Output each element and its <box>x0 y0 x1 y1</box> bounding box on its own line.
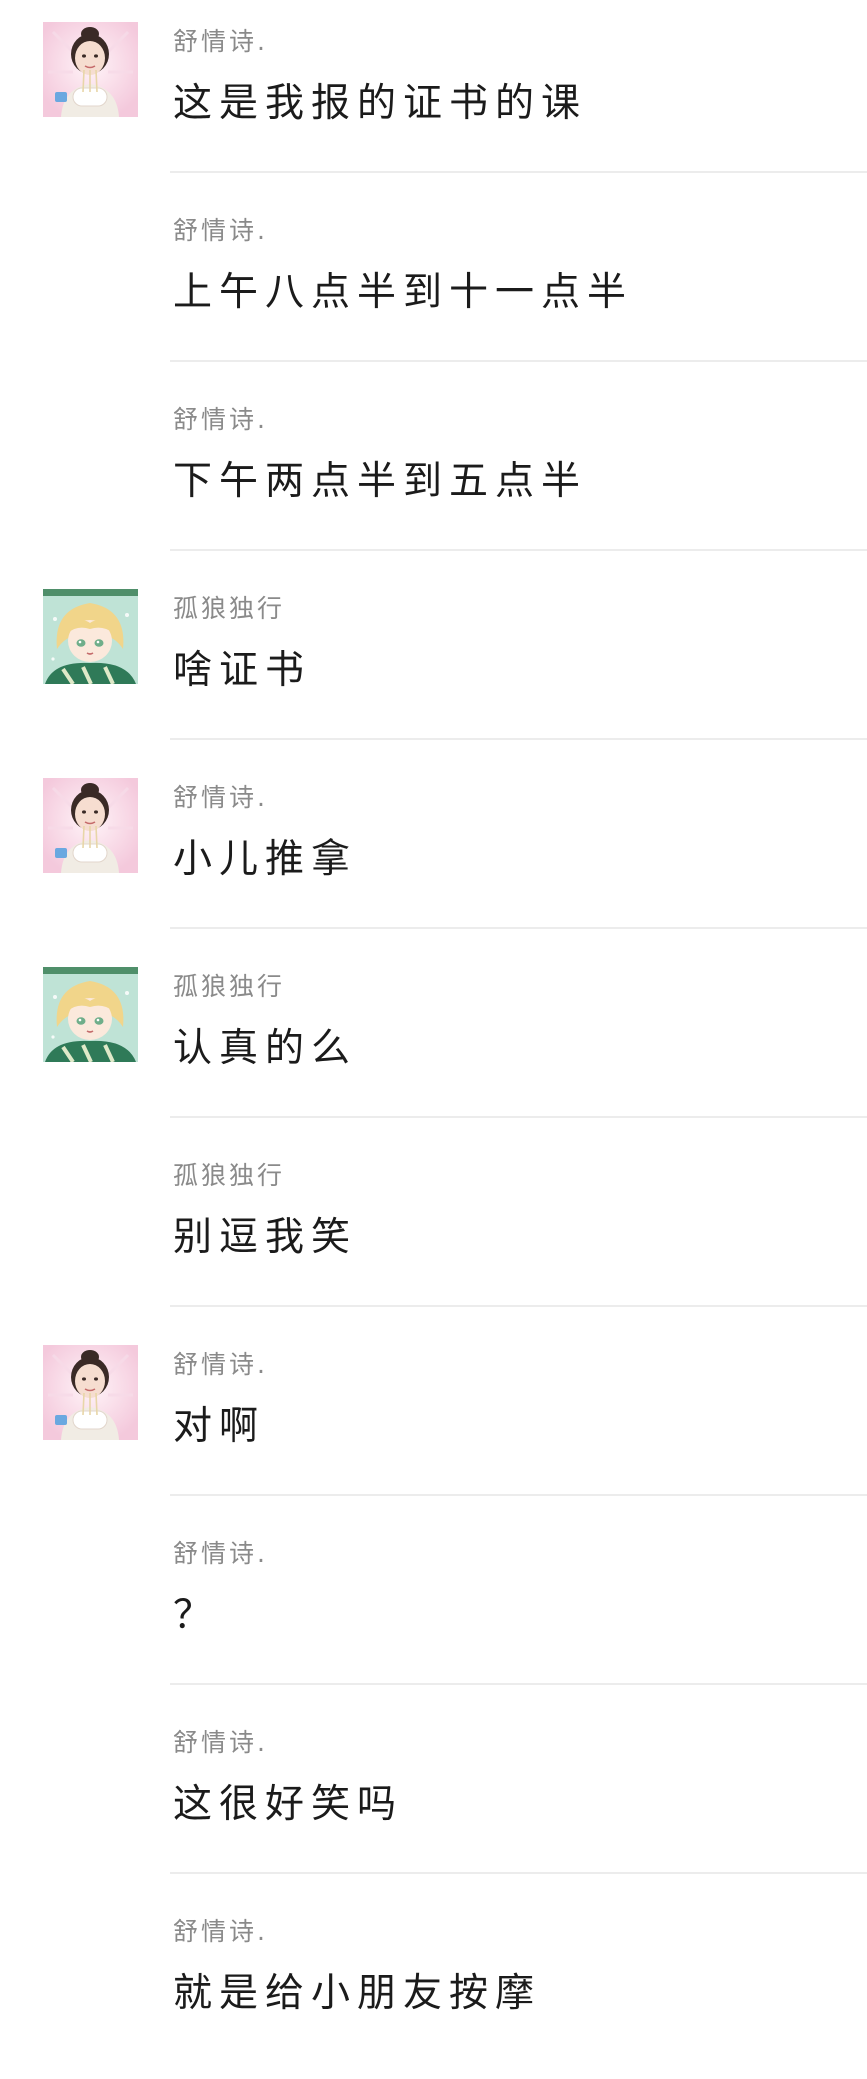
anime-boy-avatar[interactable] <box>43 967 138 1062</box>
message-text: 上午八点半到十一点半 <box>173 270 634 315</box>
message-text: 对啊 <box>173 1404 266 1449</box>
message-item[interactable]: 舒情诗. 下午两点半到五点半 <box>0 378 867 567</box>
message-item[interactable]: 孤狼独行 别逗我笑 <box>0 1134 867 1323</box>
message-divider <box>170 1683 867 1685</box>
sender-name: 舒情诗. <box>173 1917 268 1946</box>
message-text: 别逗我笑 <box>173 1215 358 1260</box>
message-divider <box>170 927 867 929</box>
sender-name: 孤狼独行 <box>173 594 286 623</box>
message-divider <box>170 1872 867 1874</box>
message-item[interactable]: 舒情诗. 对啊 <box>0 1323 867 1512</box>
sender-name: 舒情诗. <box>173 216 268 245</box>
message-divider <box>170 171 867 173</box>
message-item[interactable]: 舒情诗. 就是给小朋友按摩 <box>0 1890 867 2079</box>
sender-name: 舒情诗. <box>173 27 268 56</box>
message-text: 小儿推拿 <box>173 837 358 882</box>
message-item[interactable]: 舒情诗. ？ <box>0 1512 867 1701</box>
girl-avatar[interactable] <box>43 778 138 873</box>
message-item[interactable]: 舒情诗. 这是我报的证书的课 <box>0 0 867 189</box>
message-text: 这很好笑吗 <box>173 1782 404 1827</box>
message-divider <box>170 549 867 551</box>
message-text: 啥证书 <box>173 648 312 693</box>
message-divider <box>170 360 867 362</box>
sender-name: 舒情诗. <box>173 783 268 812</box>
message-item[interactable]: 舒情诗. 上午八点半到十一点半 <box>0 189 867 378</box>
message-item[interactable]: 孤狼独行 啥证书 <box>0 567 867 756</box>
anime-boy-avatar[interactable] <box>43 589 138 684</box>
message-text: 就是给小朋友按摩 <box>173 1971 542 2016</box>
girl-avatar[interactable] <box>43 1345 138 1440</box>
message-divider <box>170 1116 867 1118</box>
message-text: 认真的么 <box>173 1026 358 1071</box>
message-item[interactable]: 孤狼独行 认真的么 <box>0 945 867 1134</box>
sender-name: 舒情诗. <box>173 1539 268 1568</box>
chat-message-list[interactable]: 舒情诗. 这是我报的证书的课 舒情诗. 上午八点半到十一点半 舒情诗. 下午两点… <box>0 0 867 2060</box>
sender-name: 舒情诗. <box>173 405 268 434</box>
message-divider <box>170 1494 867 1496</box>
sender-name: 孤狼独行 <box>173 1161 286 1190</box>
message-text: 这是我报的证书的课 <box>173 81 588 126</box>
sender-name: 舒情诗. <box>173 1350 268 1379</box>
sender-name: 舒情诗. <box>173 1728 268 1757</box>
girl-avatar[interactable] <box>43 22 138 117</box>
message-divider <box>170 1305 867 1307</box>
sender-name: 孤狼独行 <box>173 972 286 1001</box>
message-text: 下午两点半到五点半 <box>173 459 588 504</box>
message-item[interactable]: 舒情诗. 这很好笑吗 <box>0 1701 867 1890</box>
message-text: ？ <box>173 1593 220 1638</box>
message-item[interactable]: 舒情诗. 小儿推拿 <box>0 756 867 945</box>
message-divider <box>170 738 867 740</box>
